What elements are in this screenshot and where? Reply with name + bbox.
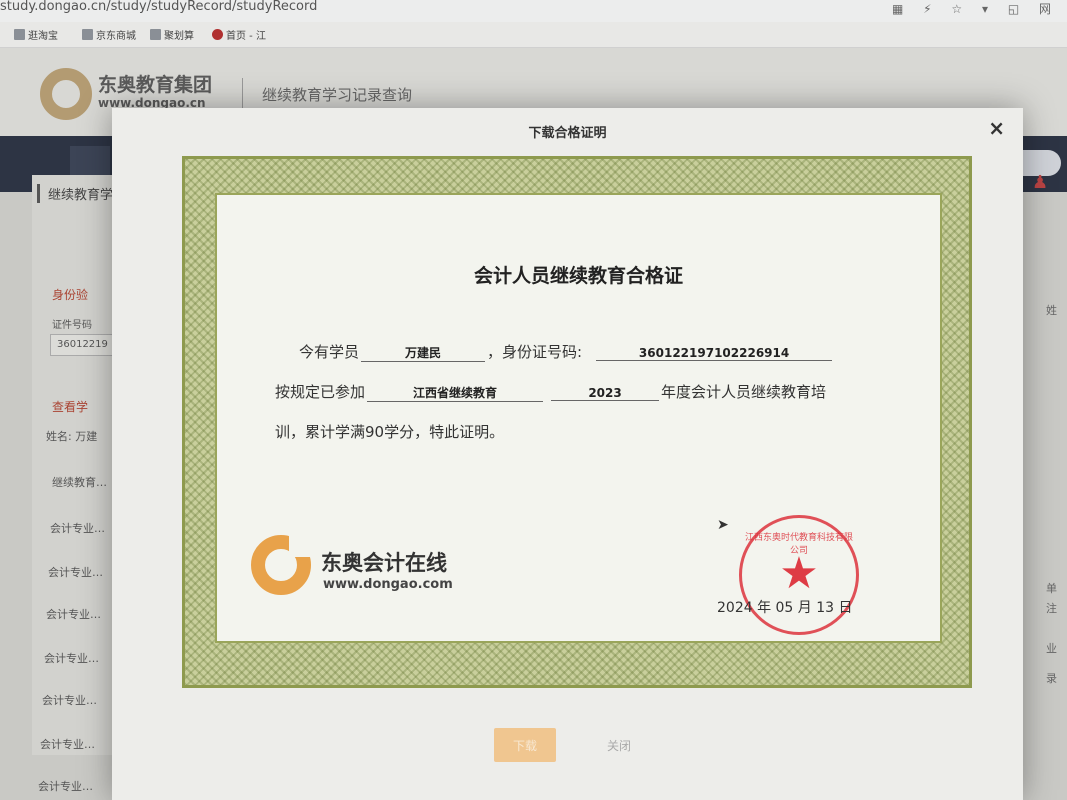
official-seal-icon: 江西东奥时代教育科技有限公司 ★ [739, 515, 859, 635]
certificate-title: 会计人员继续教育合格证 [473, 265, 683, 287]
url-text[interactable]: study.dongao.cn/study/studyRecord/studyR… [0, 0, 317, 14]
record-item[interactable]: 会计专业… [44, 650, 99, 666]
browser-toolbar-icons[interactable]: ▦ ⚡ ☆ ▾ ◱ 网 [892, 0, 1059, 17]
certificate-line-2: 按规定已参加 江西省继续教育 2023 年度会计人员继续教育培 [275, 383, 827, 402]
right-fragment: 录 [1046, 672, 1057, 685]
record-item[interactable]: 会计专业… [46, 606, 101, 622]
modal-title: 下载合格证明 [528, 126, 607, 141]
query-section-label: 查看学 [52, 400, 89, 414]
certificate-line-1: 今有学员 万建民 ，身份证号码: 360122197102226914 [299, 341, 834, 362]
program-year: 2023 [551, 386, 660, 401]
cert-no-label: 证件号码 [52, 320, 92, 331]
header-divider [242, 78, 243, 108]
issue-date: 2024 年 05 月 13 日 [717, 600, 853, 616]
bookmark-juhuasuan[interactable]: 聚划算 [150, 27, 194, 42]
record-item[interactable]: 会计专业… [40, 736, 95, 752]
certificate-modal: 下载合格证明 × 会计人员继续教育合格证 今有学员 万建民 ，身份证号码: 36012… [112, 108, 1023, 800]
issuer-url: www.dongao.com [323, 577, 453, 592]
bookmark-icon [212, 29, 223, 40]
mouse-cursor-icon: ➤ [717, 517, 729, 533]
certificate-line-3: 训，累计学满90学分，特此证明。 [275, 423, 505, 441]
student-name: 万建民 [361, 344, 486, 362]
bookmark-icon [14, 29, 25, 40]
identity-section-label: 身份验 [52, 288, 89, 302]
record-item[interactable]: 会计专业… [38, 778, 93, 794]
star-icon: ★ [779, 548, 819, 599]
id-number: 360122197102226914 [596, 346, 833, 361]
issuer-name: 东奥会计在线 [321, 551, 447, 575]
close-icon[interactable]: × [988, 116, 1005, 140]
download-button[interactable]: 下载 [494, 728, 556, 762]
record-item[interactable]: 继续教育… [52, 474, 107, 490]
bookmark-icon [82, 29, 93, 40]
certificate-body: 会计人员继续教育合格证 今有学员 万建民 ，身份证号码: 36012219710222… [215, 193, 942, 643]
right-fragment: 单 [1046, 582, 1057, 595]
page-title: 继续教育学习记录查询 [262, 86, 413, 104]
dongao-logo-icon [40, 68, 92, 120]
record-item[interactable]: 会计专业… [48, 564, 103, 580]
bookmark-home[interactable]: 首页 - 江 [212, 27, 266, 42]
right-fragment: 业 [1046, 642, 1057, 655]
name-row: 姓名: 万建 [46, 430, 98, 443]
close-button[interactable]: 关闭 [584, 728, 654, 762]
program-name: 江西省继续教育 [367, 384, 544, 402]
certificate: 会计人员继续教育合格证 今有学员 万建民 ，身份证号码: 36012219710222… [182, 156, 972, 688]
right-fragment: 姓 [1046, 304, 1057, 317]
right-fragment: 注 [1046, 602, 1057, 615]
record-item[interactable]: 会计专业… [42, 692, 97, 708]
bookmark-icon [150, 29, 161, 40]
user-avatar-icon[interactable]: ♟ [1032, 172, 1048, 193]
bookmark-taobao[interactable]: 逛淘宝 [14, 27, 58, 42]
sidebar-title: 继续教育学 [37, 184, 113, 203]
site-brand: 东奥教育集团 [98, 74, 213, 96]
record-item[interactable]: 会计专业… [50, 520, 105, 536]
bookmarks-bar: 逛淘宝 京东商城 聚划算 首页 - 江 [0, 22, 1067, 48]
dongao-logo-icon [251, 535, 311, 595]
address-bar[interactable]: study.dongao.cn/study/studyRecord/studyR… [0, 0, 1067, 22]
modal-footer: 下载 关闭 [112, 728, 1023, 768]
bookmark-jd[interactable]: 京东商城 [82, 27, 136, 42]
